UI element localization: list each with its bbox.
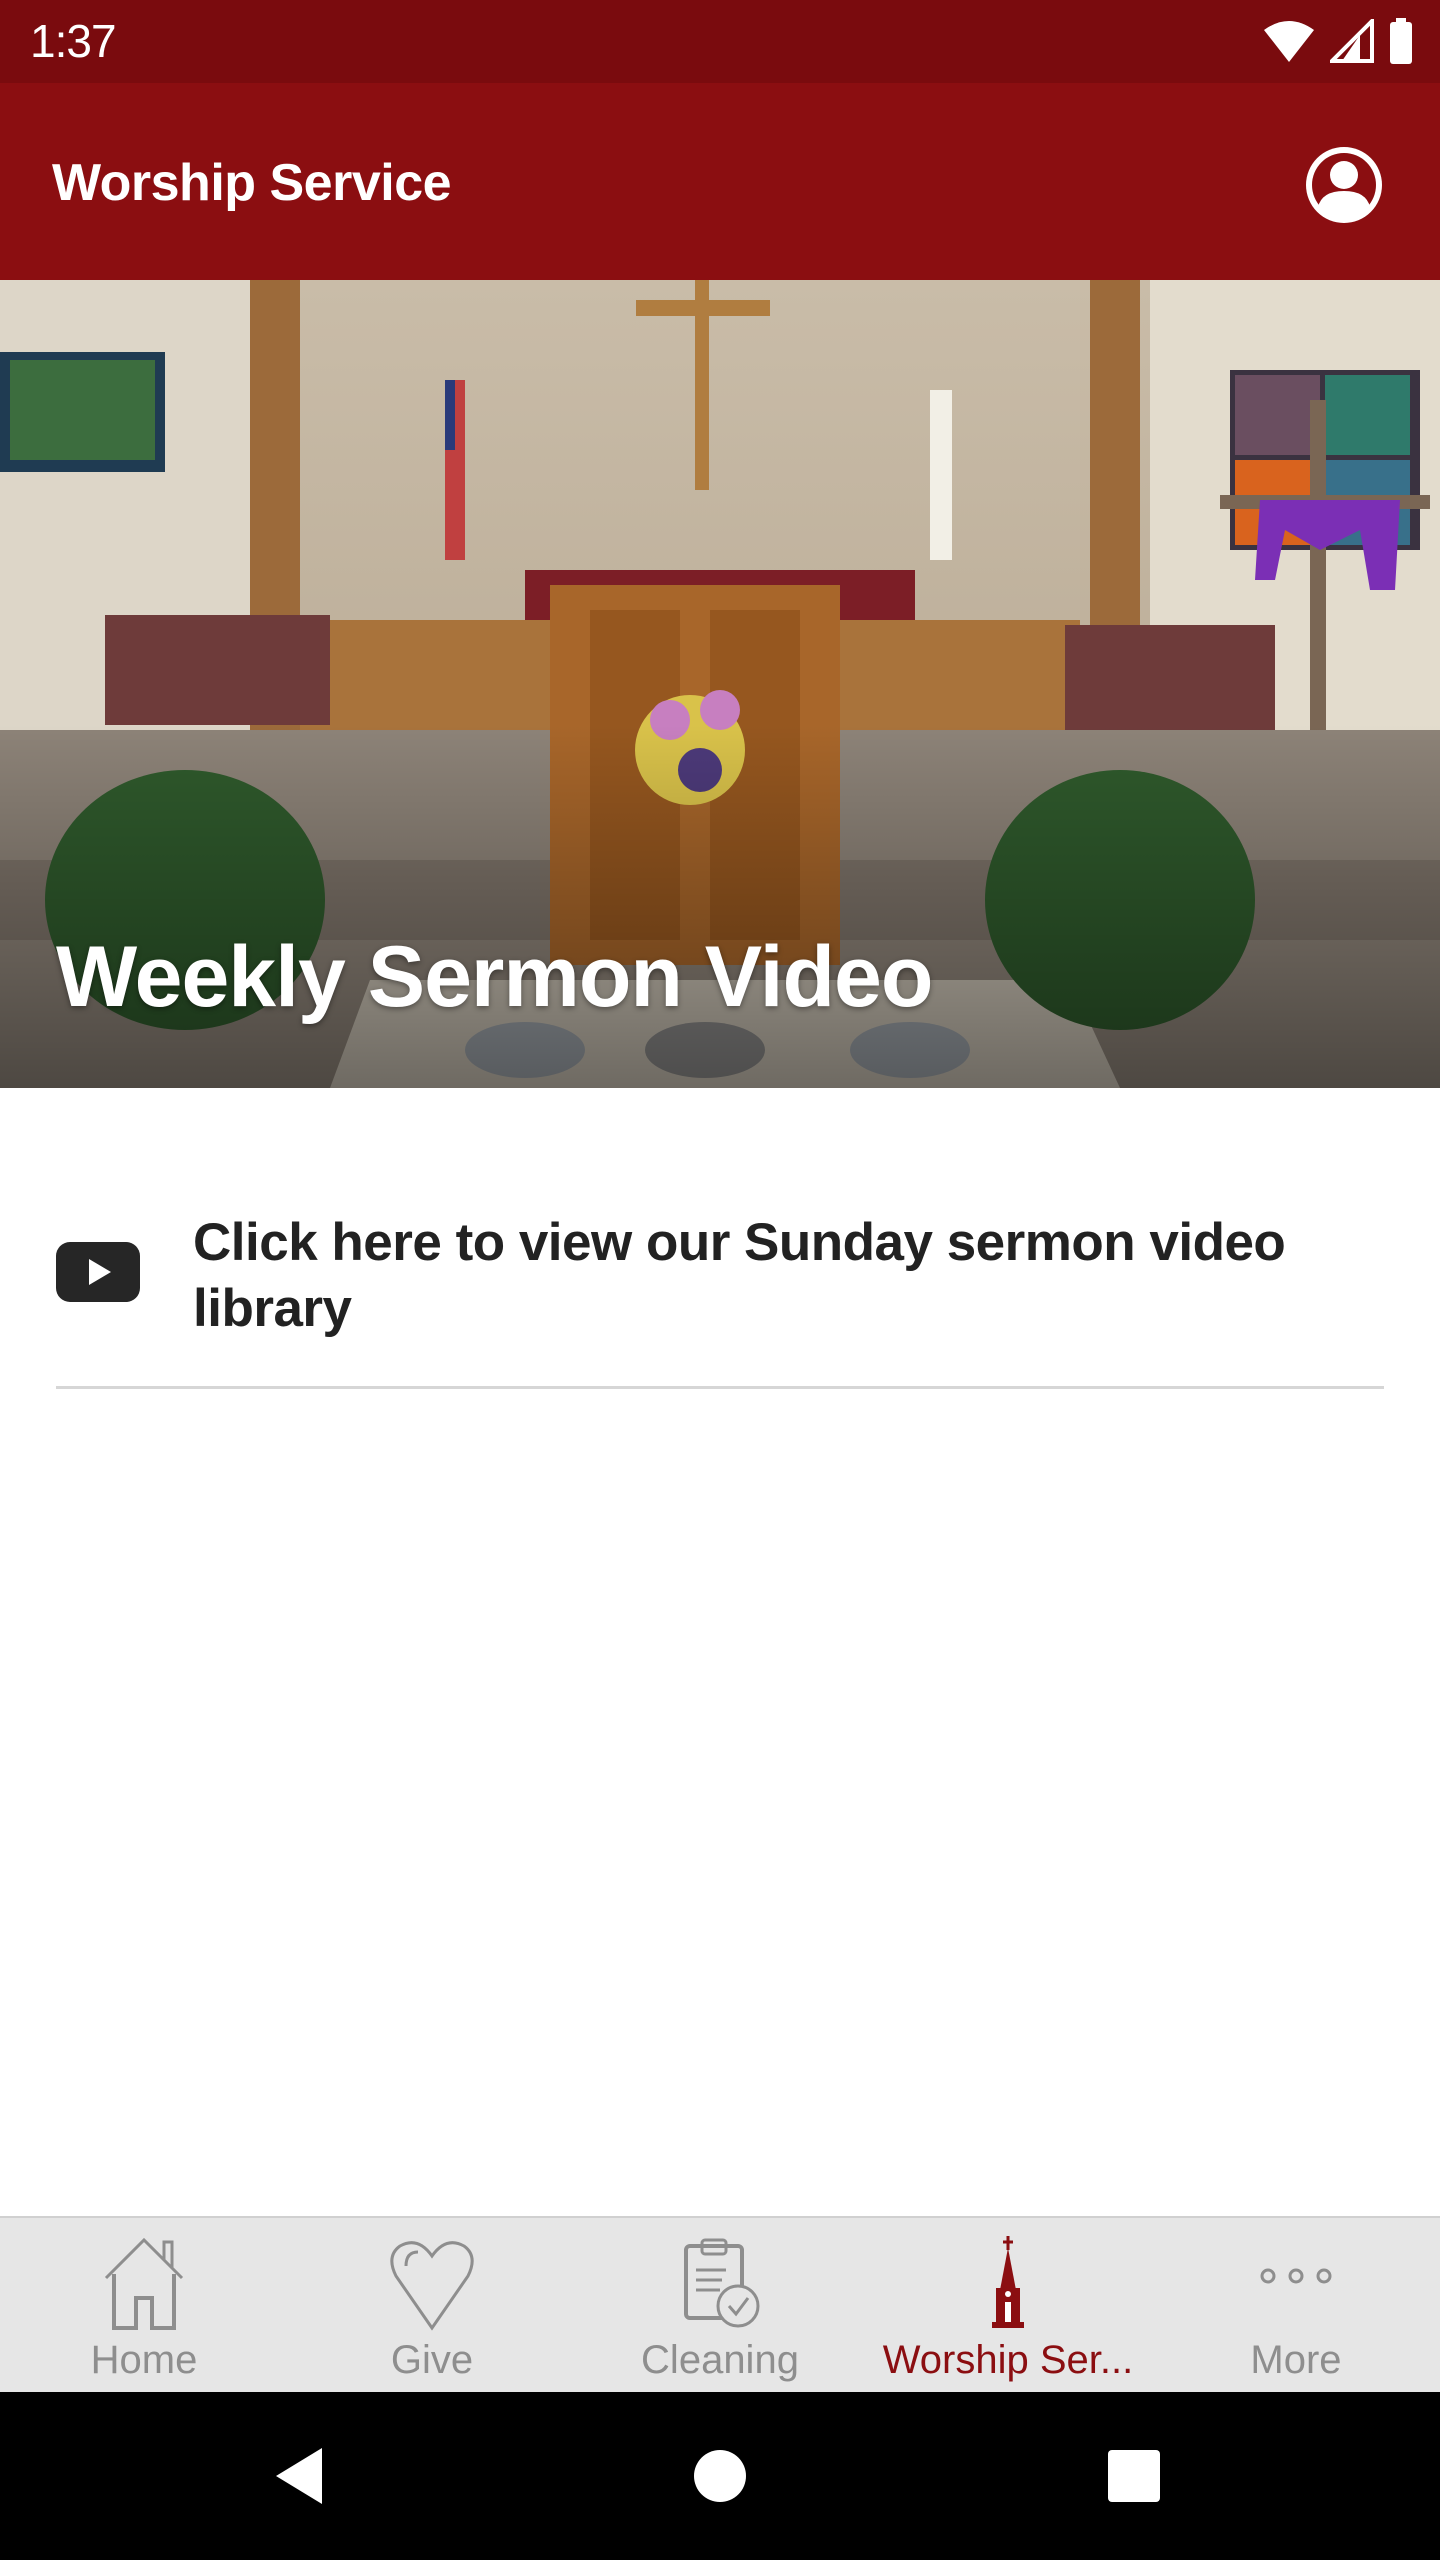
tab-label: Cleaning [641,2338,799,2382]
status-bar: 1:37 [0,0,1440,83]
recents-icon[interactable] [1104,2446,1164,2506]
cell-signal-icon [1330,19,1374,63]
sermon-library-link[interactable]: Click here to view our Sunday sermon vid… [56,1180,1384,1389]
tab-label: Home [90,2338,198,2382]
hero-title: Weekly Sermon Video [56,929,933,1025]
wifi-icon [1264,21,1314,62]
heart-icon [390,2241,474,2331]
status-icons [1262,18,1414,64]
profile-button[interactable] [1304,145,1384,225]
tab-home[interactable]: Home [0,2218,288,2394]
church-icon [992,2236,1024,2328]
tab-label: More [1250,2338,1342,2382]
status-time: 1:37 [30,15,117,67]
back-icon[interactable] [270,2446,330,2506]
tab-cleaning[interactable]: Cleaning [576,2218,864,2394]
youtube-icon [56,1242,140,1302]
clipboard-check-icon [684,2238,760,2328]
page-title: Worship Service [52,154,452,212]
battery-icon [1390,18,1412,64]
tab-label: Give [390,2338,474,2382]
tab-label: Worship Ser... [882,2338,1134,2382]
sermon-library-label: Click here to view our Sunday sermon vid… [193,1213,1286,1338]
home-circle-icon[interactable] [690,2446,750,2506]
app-bar: Worship Service [0,83,1440,280]
bottom-tab-bar: Home Give Cleaning Worship Ser... More [0,2216,1440,2394]
account-circle-icon [1306,147,1382,223]
more-dots-icon [1260,2268,1332,2284]
home-icon [104,2237,184,2330]
tab-give[interactable]: Give [288,2218,576,2394]
hero-banner: Weekly Sermon Video [0,280,1440,1088]
system-nav-bar [0,2392,1440,2560]
tab-worship-service[interactable]: Worship Ser... [864,2218,1152,2394]
tab-more[interactable]: More [1152,2218,1440,2394]
